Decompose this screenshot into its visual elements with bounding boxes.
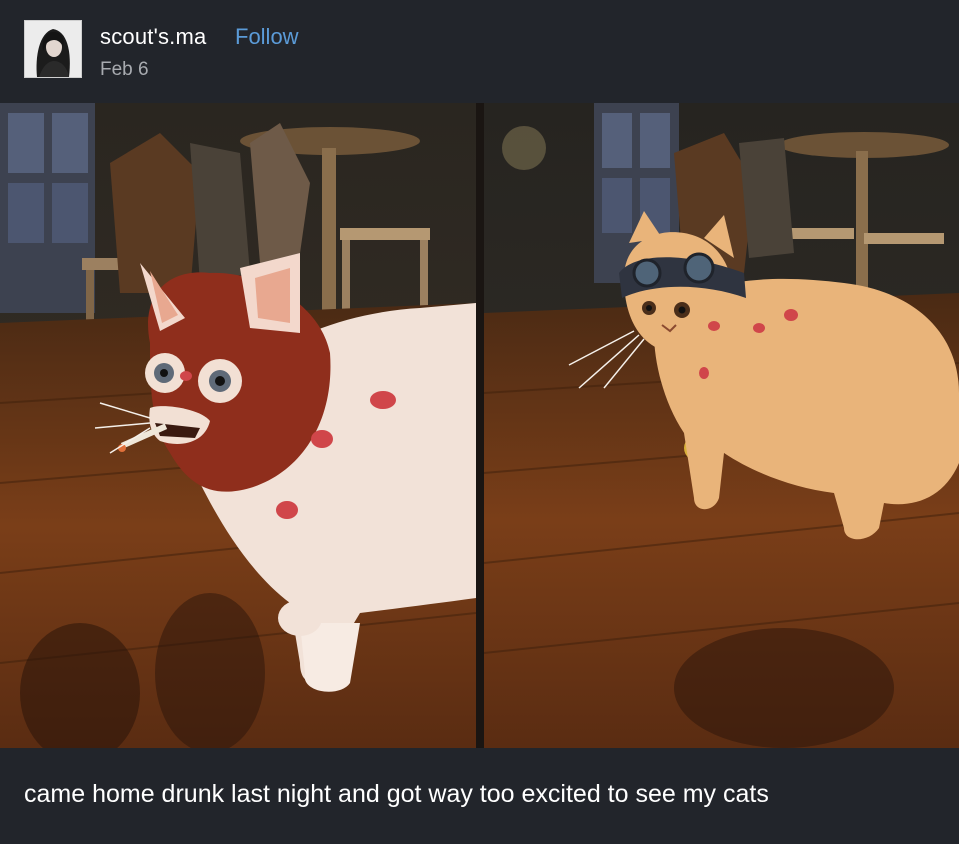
tumblr-post: scout's.ma Follow Feb 6 came home drunk … (0, 0, 959, 844)
post-header: scout's.ma Follow Feb 6 (0, 0, 959, 100)
photo-set (0, 103, 959, 748)
user-avatar[interactable] (24, 20, 82, 78)
photo-left[interactable] (0, 103, 476, 748)
avatar-image (25, 21, 81, 77)
post-caption: came home drunk last night and got way t… (24, 780, 769, 808)
follow-button[interactable]: Follow (235, 24, 299, 50)
photo-right[interactable] (484, 103, 959, 748)
cat-in-mask-image (0, 103, 476, 748)
cat-in-goggles-image (484, 103, 959, 748)
post-date[interactable]: Feb 6 (100, 59, 149, 81)
username[interactable]: scout's.ma (100, 24, 206, 50)
